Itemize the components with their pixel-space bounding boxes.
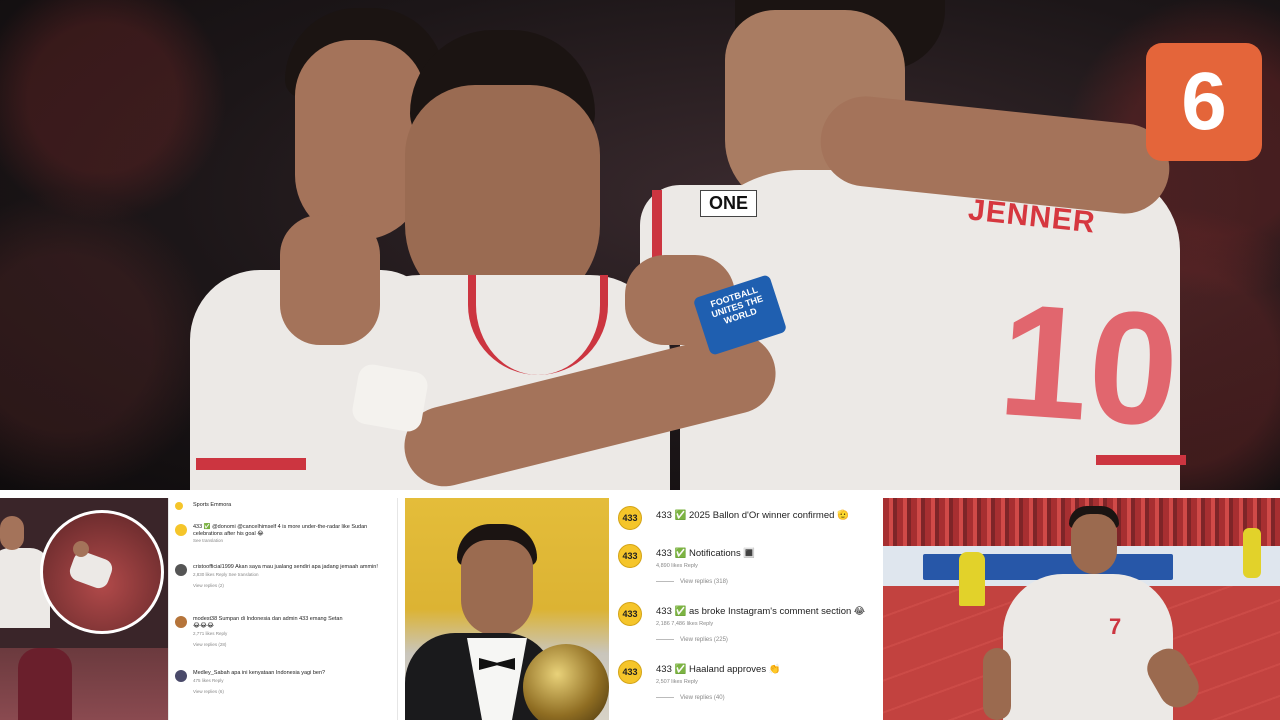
comment-text: Medley_Sabah apa ini kenyataan Indonesia… [193,670,326,676]
comment-a-3: modest38 Sumpan di Indonesia dan admin 4… [175,616,391,648]
avatar-icon [175,564,187,576]
instagram-comments-screenshot-b: 433 433 ✅ 2025 Ballon d'Or winner confir… [610,498,882,720]
comment-meta: 2,186 7,486 likes Reply [656,621,714,627]
stadium-player-arm [983,648,1011,720]
wristband [350,362,430,434]
view-replies-link[interactable]: View replies (225) [656,637,880,643]
comment-text: modest38 Sumpan di Indonesia dan admin 4… [193,616,343,622]
comment-b-0: 433 433 ✅ 2025 Ballon d'Or winner confir… [618,506,880,530]
comment-a-1: 433 ✅ @donomi @cancelhimself 4 is more u… [175,524,391,544]
left-player-sleeve-stripe [196,458,306,470]
emoji-row: 😂😂😂 [193,622,215,629]
thumb-player-left-head [0,516,24,550]
golden-ball-icon [523,644,609,720]
comment-meta: 475 likes Reply [193,677,224,683]
jersey-number: 10 [994,269,1185,460]
comment-meta: 2,771 likes Reply [193,630,228,636]
stadium-player-face [1071,514,1117,574]
avatar-icon: 433 [618,602,642,626]
comment-text: cristoofficial1999 Akan saya mau jualang… [193,564,378,570]
comment-text: 433 ✅ Notifications 🔳 [656,548,756,559]
hero-photo: ONE FOOTBALL UNITES THE WORLD JENNER 10 … [0,0,1280,490]
steward-figure [959,552,985,606]
bottom-collage: Sports Emmora 433 ✅ @donomi @cancelhimse… [0,490,1280,720]
instagram-comments-screenshot-a: Sports Emmora 433 ✅ @donomi @cancelhimse… [168,498,398,720]
hand-on-shoulder [280,215,380,345]
channel-logo-text: 6 [1181,56,1227,147]
stadium-player-number: 7 [1109,614,1122,639]
comment-meta: See translation [193,538,224,544]
view-replies-link[interactable]: View replies (40) [656,695,880,701]
view-replies-link[interactable]: View replies (2) [193,583,391,588]
view-replies-link[interactable]: View replies (28) [193,642,391,647]
avatar-icon [175,616,187,628]
comment-text: 433 ✅ 2025 Ballon d'Or winner confirmed … [656,510,849,521]
view-replies-link[interactable]: View replies (318) [656,579,880,585]
comment-a-0: Sports Emmora [175,502,391,510]
view-replies-link[interactable]: View replies (6) [193,689,391,694]
avatar-icon [175,670,187,682]
award-portrait-photo [405,498,609,720]
comment-text: 433 ✅ as broke Instagram's comment secti… [656,606,866,617]
comment-text: Sports Emmora [193,502,232,508]
comment-meta: 2,507 likes Reply [656,679,698,685]
avatar-icon [175,502,183,510]
avatar-icon: 433 [618,544,642,568]
portrait-face [461,540,533,636]
celebration-inset-circle [40,510,164,634]
sponsor-badge: ONE [700,190,758,217]
comment-text: 433 ✅ @donomi @cancelhimself 4 is more u… [193,524,368,537]
comment-a-2: cristoofficial1999 Akan saya mau jualang… [175,564,391,588]
stadium-player-jersey [1003,574,1173,720]
comment-meta: 4,890 likes Reply [656,563,698,569]
avatar-icon [175,524,187,536]
inset-player-head [73,541,89,557]
thumb-player-maroon [18,648,72,720]
comment-a-4: Medley_Sabah apa ini kenyataan Indonesia… [175,670,391,694]
avatar-icon: 433 [618,506,642,530]
comment-b-1: 433 433 ✅ Notifications 🔳 4,890 likes Re… [618,544,880,585]
inset-player [67,549,115,591]
comment-b-3: 433 433 ✅ Haaland approves 👏 2,507 likes… [618,660,880,701]
stadium-celebration-photo: 7 [883,498,1280,720]
celebration-thumbnail [0,498,168,720]
steward-figure-right [1243,528,1261,578]
channel-logo: 6 [1146,43,1262,161]
comment-b-2: 433 433 ✅ as broke Instagram's comment s… [618,602,880,643]
comment-meta: 2,830 likes Reply See translation [193,571,259,577]
avatar-icon: 433 [618,660,642,684]
comment-text: 433 ✅ Haaland approves 👏 [656,664,781,675]
